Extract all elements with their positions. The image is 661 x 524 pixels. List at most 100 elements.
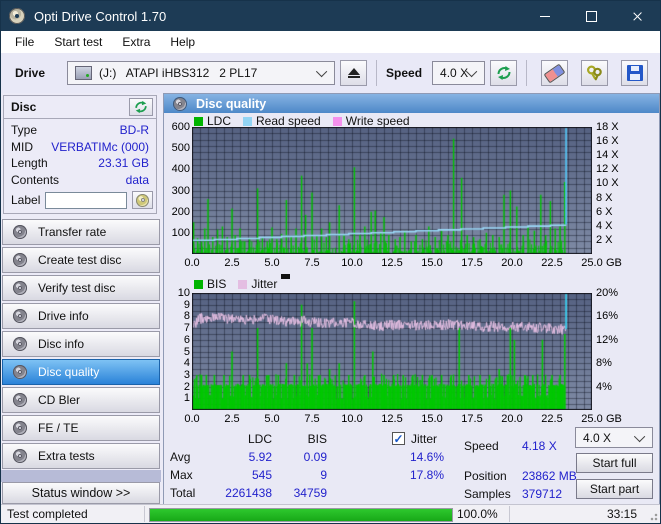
- sidebar-item-disc-info[interactable]: Disc info: [2, 331, 160, 357]
- y-axis-tick: 6 X: [596, 205, 613, 218]
- drive-select-value: (J:) ATAPI iHBS312 2 PL17: [99, 66, 258, 80]
- y-axis-tick: 18 X: [596, 121, 619, 133]
- speed-stat-label: Speed: [464, 439, 499, 453]
- speed-stat-value: 4.18 X: [522, 439, 557, 453]
- disc-icon: [13, 393, 27, 407]
- y-axis-tick: 2 X: [596, 233, 613, 246]
- erase-disc-button[interactable]: [541, 60, 569, 86]
- start-part-button[interactable]: Start part: [576, 479, 653, 499]
- y-axis-tick: 9: [183, 298, 190, 311]
- disc-icon: [13, 225, 27, 239]
- disc-icon: [13, 421, 27, 435]
- chevron-down-icon: [633, 430, 646, 442]
- menu-item-help[interactable]: Help: [160, 32, 205, 52]
- menu-item-extra[interactable]: Extra: [112, 32, 160, 52]
- close-icon: [632, 11, 643, 22]
- sidebar-item-fe-te[interactable]: FE / TE: [2, 415, 160, 441]
- minimize-icon: [540, 15, 550, 17]
- disc-quality-panel: Disc quality LDC Read speed Write speed BI…: [163, 93, 660, 506]
- titlebar: Opti Drive Control 1.70: [1, 1, 660, 31]
- sidebar-item-disc-quality[interactable]: Disc quality: [2, 359, 160, 385]
- legend-item-bis: BIS: [194, 277, 226, 291]
- resize-grip[interactable]: [648, 511, 658, 521]
- drive-label: Drive: [15, 66, 46, 80]
- start-part-label: Start part: [589, 482, 640, 496]
- y-axis-tick: 7: [183, 322, 190, 335]
- refresh-disc-button[interactable]: [129, 98, 153, 116]
- disc-icon: [13, 449, 27, 463]
- stats-avg-ldc: 5.92: [248, 450, 272, 464]
- y-axis-tick: 8: [183, 310, 190, 323]
- drive-icon: [75, 66, 93, 80]
- disc-info-value: data: [125, 172, 149, 187]
- y-axis-tick: 20%: [596, 287, 619, 299]
- sidebar-item-create-test-disc[interactable]: Create test disc: [2, 247, 160, 273]
- quality-speed-value: 4.0 X: [583, 430, 612, 445]
- sidebar-item-extra-tests[interactable]: Extra tests: [2, 443, 160, 469]
- toolbar: Drive (J:) ATAPI iHBS312 2 PL17 Speed 4.…: [1, 53, 660, 93]
- y-axis-tick: 10: [177, 287, 190, 299]
- disc-info-value: VERBATIMc (000): [51, 139, 149, 154]
- write-label-button[interactable]: [132, 191, 153, 209]
- jitter-checkbox-label: Jitter: [411, 432, 438, 446]
- main-area: Disc Type BD-R MID VERBATIMc (000) Length 23.…: [1, 93, 660, 506]
- quality-speed-select[interactable]: 4.0 X: [575, 427, 653, 448]
- toolbar-separator: [526, 60, 528, 86]
- x-axis-tick: 0.0: [184, 413, 200, 425]
- start-full-label: Start full: [592, 456, 637, 470]
- disc-info-value: 23.31 GB: [98, 156, 149, 170]
- legend-item-jitter: Jitter: [238, 277, 277, 291]
- x-axis-tick: 0.0: [184, 257, 200, 269]
- x-axis-tick: 17.5: [461, 257, 483, 269]
- legend-swatch: [332, 116, 342, 126]
- legend-label: Read speed: [256, 114, 321, 128]
- y-axis-tick: 3: [183, 368, 190, 381]
- label-field-label: Label: [11, 193, 41, 207]
- x-axis-unit: GB: [606, 413, 622, 425]
- bis-jitter-chart: [192, 293, 592, 410]
- drive-select[interactable]: (J:) ATAPI iHBS312 2 PL17: [67, 61, 336, 85]
- sidebar-item-drive-info[interactable]: Drive info: [2, 303, 160, 329]
- start-full-button[interactable]: Start full: [576, 453, 653, 473]
- jitter-checkbox[interactable]: [392, 432, 405, 445]
- panel-header: Disc quality: [164, 94, 659, 113]
- x-axis-tick: 5.0: [264, 257, 280, 269]
- minimize-button[interactable]: [522, 1, 568, 31]
- x-axis-tick: 22.5: [541, 413, 563, 425]
- legend-item-read-speed: Read speed: [243, 114, 321, 128]
- cd-icon: [136, 193, 150, 207]
- statusbar-separator: [144, 506, 145, 522]
- status-window-button[interactable]: Status window >>: [2, 482, 160, 504]
- speed-select[interactable]: 4.0 X: [432, 61, 486, 85]
- elapsed-time: 33:15: [606, 507, 637, 521]
- stats-max-ldc: 545: [251, 468, 272, 482]
- stats-row-label: Max: [170, 468, 193, 482]
- x-axis-tick: 15.0: [421, 413, 443, 425]
- eject-button[interactable]: [340, 60, 368, 86]
- sidebar-item-cd-bler[interactable]: CD Bler: [2, 387, 160, 413]
- stats-row-label: Avg: [170, 450, 191, 464]
- save-button[interactable]: [621, 60, 649, 86]
- refresh-speed-button[interactable]: [490, 60, 518, 86]
- stats-avg-bis: 0.09: [303, 450, 327, 464]
- panel-title: Disc quality: [196, 96, 267, 111]
- sidebar-item-transfer-rate[interactable]: Transfer rate: [2, 219, 160, 245]
- keys-icon: [587, 65, 602, 81]
- x-axis-tick: 15.0: [421, 257, 443, 269]
- legend-marker: [281, 274, 290, 279]
- x-axis-tick: 25.0: [581, 413, 603, 425]
- progress-percent: 100.0%: [457, 507, 498, 521]
- maximize-button[interactable]: [568, 1, 614, 31]
- label-input[interactable]: [45, 191, 128, 209]
- legend-item-ldc: LDC: [194, 114, 231, 128]
- sidebar-item-verify-test-disc[interactable]: Verify test disc: [2, 275, 160, 301]
- top-chart-legend: LDC Read speed Write speed: [194, 114, 410, 128]
- menu-item-file[interactable]: File: [5, 32, 44, 52]
- sidebar-divider: [1, 470, 161, 482]
- close-button[interactable]: [614, 1, 660, 31]
- y-axis-tick: 12 X: [596, 163, 619, 176]
- disc-info-label: Contents: [11, 172, 60, 187]
- menu-item-start-test[interactable]: Start test: [44, 32, 112, 52]
- settings-button[interactable]: [581, 60, 609, 86]
- refresh-icon: [497, 66, 511, 80]
